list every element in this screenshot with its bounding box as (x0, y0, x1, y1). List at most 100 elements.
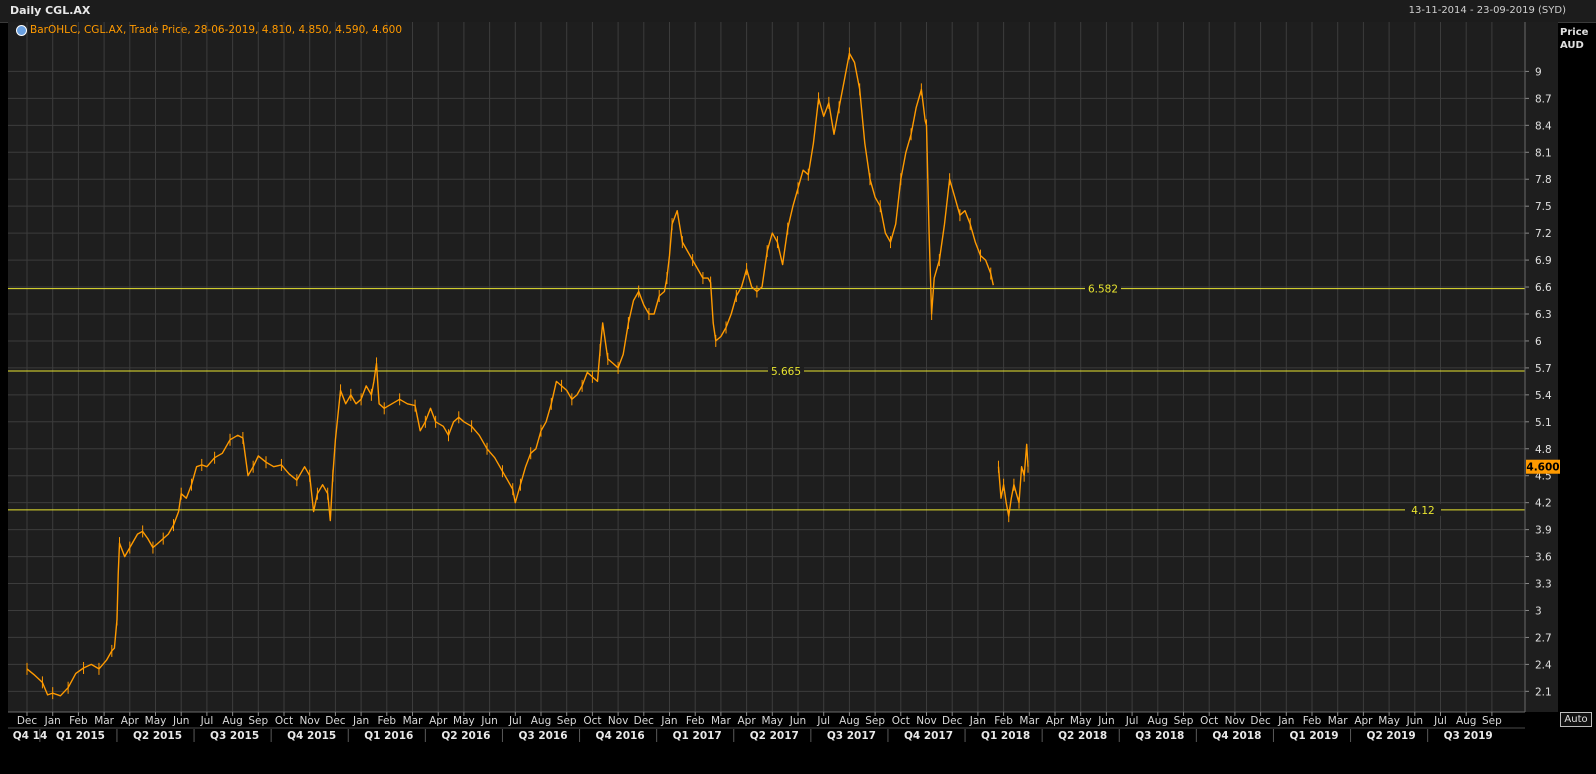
x-month-label: Dec (634, 715, 655, 727)
y-tick-label: 9 (1535, 66, 1542, 78)
x-month-label: Jan (352, 715, 369, 727)
y-tick-label: 8.7 (1535, 93, 1552, 105)
y-tick-label: 3.6 (1535, 552, 1552, 564)
series-legend[interactable]: BarOHLC, CGL.AX, Trade Price, 28-06-2019… (16, 24, 402, 36)
y-tick-label: 5.7 (1535, 363, 1552, 375)
x-month-label: Aug (1148, 715, 1169, 727)
x-month-label: Jul (1433, 715, 1447, 727)
auto-scale-button[interactable]: Auto (1560, 712, 1592, 727)
x-quarter-label: Q4 2016 (596, 730, 645, 742)
x-month-label: Jul (200, 715, 214, 727)
date-range: 13-11-2014 - 23-09-2019 (SYD) (1408, 5, 1566, 16)
last-price-label: 4.600 (1526, 462, 1559, 474)
reference-label: 6.582 (1088, 284, 1118, 296)
x-month-label: Jun (172, 715, 189, 727)
x-month-label: Jan (660, 715, 677, 727)
x-month-label: Jan (1277, 715, 1294, 727)
x-month-label: Apr (1046, 715, 1065, 727)
x-month-label: Mar (1328, 715, 1348, 727)
x-month-label: Dec (942, 715, 963, 727)
x-month-label: Sep (557, 715, 577, 727)
price-chart[interactable]: 6.5825.6654.12 2.12.42.733.33.63.94.24.5… (0, 22, 1596, 774)
x-quarter-label: Q1 2018 (981, 730, 1030, 742)
reference-label: 5.665 (771, 366, 801, 378)
x-month-label: Nov (916, 715, 937, 727)
x-month-label: Nov (1225, 715, 1246, 727)
x-month-label: Sep (865, 715, 885, 727)
x-month-label: Oct (275, 715, 293, 727)
y-tick-label: 3.9 (1535, 525, 1552, 537)
y-tick-label: 6.9 (1535, 255, 1552, 267)
x-quarter-label: Q1 2019 (1289, 730, 1338, 742)
x-month-label: Sep (1174, 715, 1194, 727)
x-month-label: May (1378, 715, 1400, 727)
y-tick-label: 3.3 (1535, 579, 1552, 591)
x-month-label: Jun (480, 715, 497, 727)
x-month-label: Jun (789, 715, 806, 727)
x-quarter-label: Q3 2019 (1444, 730, 1493, 742)
x-month-label: Jul (816, 715, 830, 727)
y-tick-label: 7.5 (1535, 201, 1552, 213)
price-unit-label: Price AUD (1560, 26, 1588, 52)
x-quarter-label: Q2 2015 (133, 730, 182, 742)
chart-window: Daily CGL.AX 13-11-2014 - 23-09-2019 (SY… (0, 0, 1596, 774)
x-month-label: Apr (429, 715, 448, 727)
x-quarter-label: Q4 2017 (904, 730, 953, 742)
x-month-label: Nov (608, 715, 629, 727)
legend-text: BarOHLC, CGL.AX, Trade Price, 28-06-2019… (30, 24, 403, 36)
x-quarter-label: Q4 2015 (287, 730, 336, 742)
x-quarter-label: Q3 2015 (210, 730, 259, 742)
x-month-label: Apr (121, 715, 140, 727)
x-quarter-label: Q4 2018 (1212, 730, 1261, 742)
x-month-label: May (1070, 715, 1092, 727)
x-month-label: Oct (583, 715, 601, 727)
y-tick-label: 5.1 (1535, 417, 1552, 429)
y-tick-label: 8.4 (1535, 120, 1552, 132)
x-month-label: Aug (531, 715, 552, 727)
x-month-label: Jan (969, 715, 986, 727)
y-tick-label: 8.1 (1535, 147, 1552, 159)
y-tick-label: 6.6 (1535, 282, 1552, 294)
x-month-label: Jan (44, 715, 61, 727)
x-month-label: Aug (839, 715, 860, 727)
y-tick-label: 2.4 (1535, 659, 1552, 671)
x-month-label: Feb (1303, 715, 1322, 727)
x-month-label: Jun (1406, 715, 1423, 727)
x-month-label: Nov (299, 715, 320, 727)
x-month-label: Oct (892, 715, 910, 727)
y-tick-label: 4.2 (1535, 498, 1552, 510)
y-tick-label: 6 (1535, 336, 1542, 348)
x-month-label: Aug (222, 715, 243, 727)
x-month-label: Dec (17, 715, 38, 727)
x-quarter-label: Q3 2017 (827, 730, 876, 742)
x-quarter-label: Q4 14 (13, 730, 48, 742)
x-quarter-label: Q1 2016 (364, 730, 413, 742)
x-month-label: Dec (1250, 715, 1271, 727)
x-month-label: Mar (1019, 715, 1039, 727)
x-month-label: Jul (508, 715, 522, 727)
x-month-label: Sep (1482, 715, 1502, 727)
chart-header: Daily CGL.AX 13-11-2014 - 23-09-2019 (SY… (0, 0, 1596, 23)
x-month-label: May (761, 715, 783, 727)
x-month-label: Sep (248, 715, 268, 727)
x-month-label: Mar (403, 715, 423, 727)
y-tick-label: 3 (1535, 605, 1542, 617)
y-tick-label: 4.8 (1535, 444, 1552, 456)
y-tick-label: 2.1 (1535, 686, 1552, 698)
reference-label: 4.12 (1411, 505, 1434, 517)
clock-icon (16, 24, 27, 36)
y-tick-label: 7.2 (1535, 228, 1552, 240)
y-tick-label: 7.8 (1535, 174, 1552, 186)
y-tick-label: 5.4 (1535, 390, 1552, 402)
unit-line-currency: AUD (1560, 40, 1584, 51)
x-month-label: Apr (738, 715, 757, 727)
x-month-label: Aug (1456, 715, 1477, 727)
x-quarter-label: Q1 2017 (673, 730, 722, 742)
y-tick-label: 6.3 (1535, 309, 1552, 321)
x-month-label: Mar (94, 715, 114, 727)
x-month-label: May (145, 715, 167, 727)
x-month-label: Feb (69, 715, 88, 727)
y-tick-label: 2.7 (1535, 632, 1552, 644)
x-quarter-label: Q1 2015 (56, 730, 105, 742)
x-month-label: Jun (1097, 715, 1114, 727)
